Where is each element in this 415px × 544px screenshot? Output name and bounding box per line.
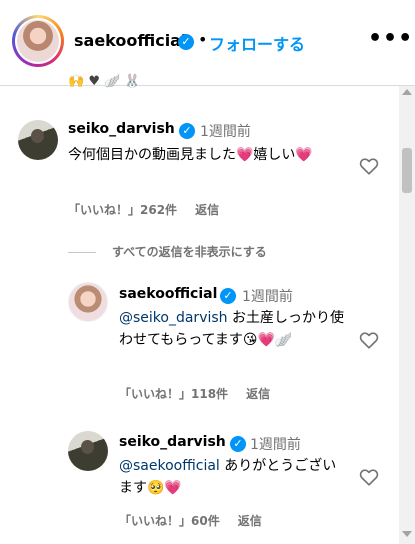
like-count[interactable]: 「いいね！」262件: [68, 203, 177, 217]
verified-badge-icon: ✓: [220, 288, 236, 304]
comment-timestamp[interactable]: 1週間前: [200, 121, 251, 141]
heart-outline-icon[interactable]: [358, 466, 380, 488]
hide-replies-line: [68, 252, 96, 253]
like-count[interactable]: 「いいね！」118件: [119, 387, 228, 401]
reply-button[interactable]: 返信: [238, 514, 262, 528]
heart-outline-icon[interactable]: [358, 155, 380, 177]
previous-comment-emoji-fragment: 🙌 ♥ 🪽 🐰: [68, 74, 141, 89]
hide-replies-label: すべての返信を非表示にする: [112, 245, 267, 259]
reply-timestamp[interactable]: 1週間前: [250, 434, 301, 454]
reply-username[interactable]: seiko_darvish: [119, 434, 226, 450]
scroll-up-arrow-icon[interactable]: [402, 89, 412, 95]
heart-outline-icon[interactable]: [358, 329, 380, 351]
follow-button[interactable]: フォローする: [209, 31, 305, 55]
post-header: saekoofficial ✓ • フォローする •••: [0, 0, 415, 86]
verified-badge-icon: ✓: [230, 436, 246, 452]
reply-meta: 「いいね！」118件 返信: [119, 385, 270, 402]
scroll-down-arrow-icon[interactable]: [402, 531, 412, 537]
avatar[interactable]: [18, 120, 58, 160]
verified-badge-icon: ✓: [178, 34, 194, 50]
reply-text: @seiko_darvish お土産しっかり使わせてもらってます😘💗🪽: [119, 307, 344, 351]
reply-text: @saekoofficial ありがとうございます🥺💗: [119, 455, 344, 499]
comment-username[interactable]: seiko_darvish: [68, 121, 175, 137]
reply-button[interactable]: 返信: [246, 387, 270, 401]
like-count[interactable]: 「いいね！」60件: [119, 514, 220, 528]
separator-dot: •: [198, 30, 208, 49]
reply-meta: 「いいね！」60件 返信: [119, 512, 262, 529]
reply-timestamp[interactable]: 1週間前: [242, 286, 293, 306]
comment-meta: 「いいね！」262件 返信: [68, 201, 219, 218]
mention-link[interactable]: @seiko_darvish: [119, 310, 228, 326]
more-options-icon[interactable]: •••: [368, 28, 413, 50]
profile-avatar[interactable]: [12, 15, 64, 67]
scrollbar-thumb[interactable]: [402, 148, 412, 193]
hide-replies-button[interactable]: すべての返信を非表示にする: [68, 243, 267, 260]
avatar[interactable]: [68, 431, 108, 471]
mention-link[interactable]: @saekoofficial: [119, 458, 220, 474]
header-username[interactable]: saekoofficial: [74, 31, 186, 50]
comment-text: 今何個目かの動画見ました💗嬉しい💗: [68, 147, 313, 163]
reply-button[interactable]: 返信: [195, 203, 219, 217]
reply-username[interactable]: saekoofficial: [119, 286, 217, 302]
verified-badge-icon: ✓: [179, 123, 195, 139]
avatar[interactable]: [68, 282, 108, 322]
